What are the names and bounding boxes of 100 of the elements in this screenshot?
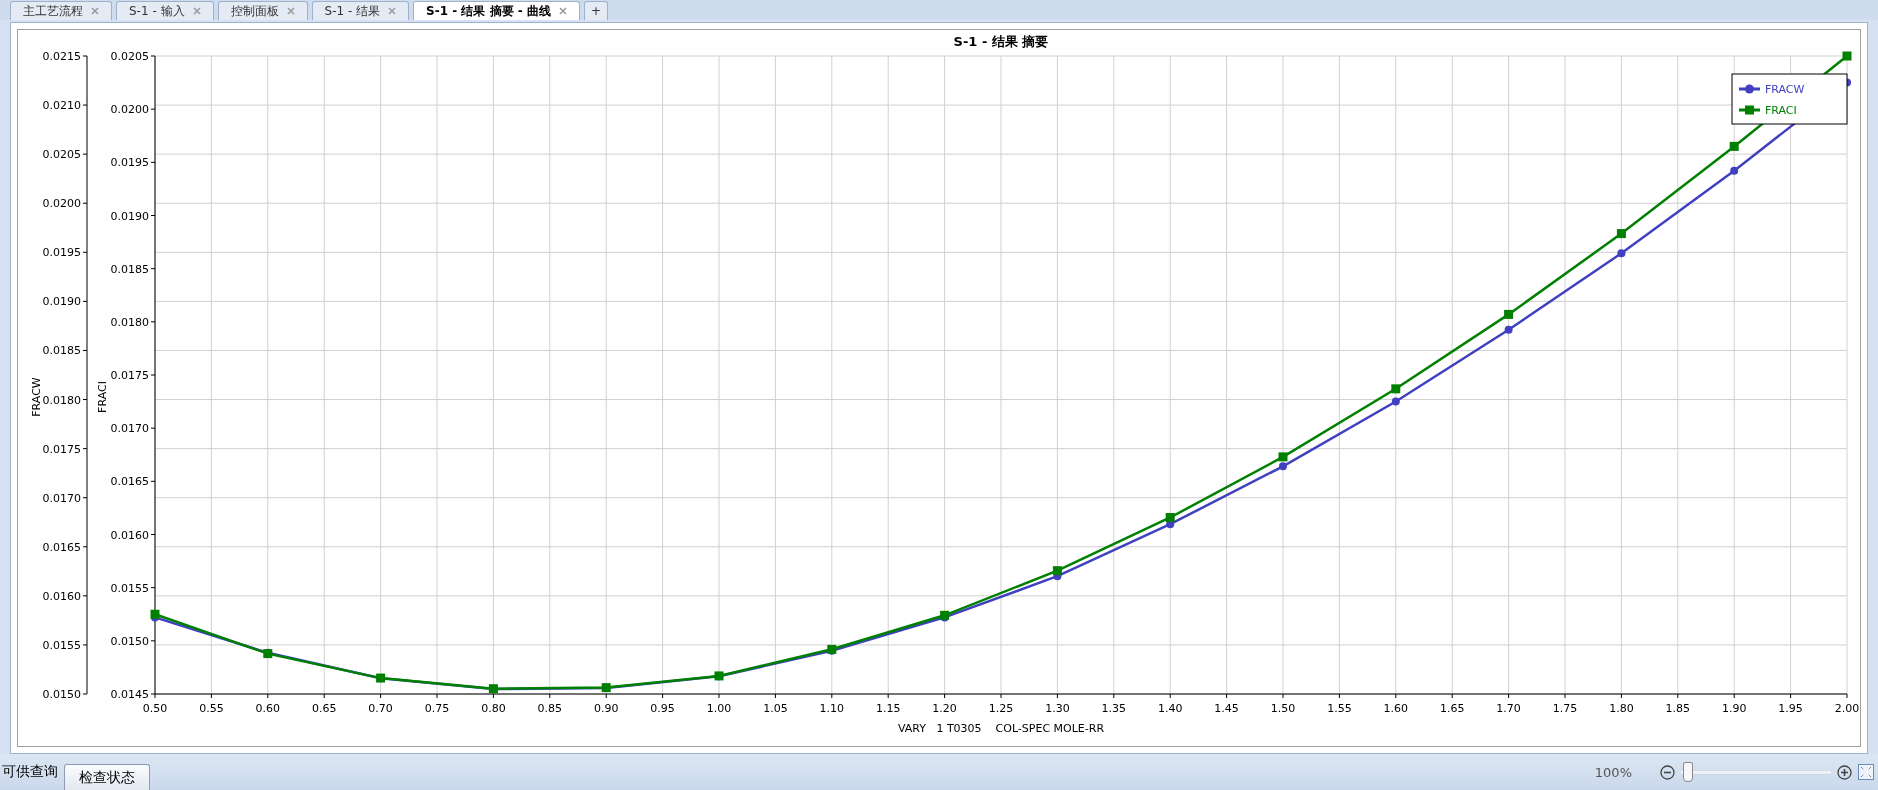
tick-label: 1.85 xyxy=(1665,702,1691,715)
tick-label: 1.70 xyxy=(1496,702,1521,715)
tick-label: 0.60 xyxy=(255,702,281,715)
tick-label: 0.65 xyxy=(311,702,337,715)
tick-label: 1.65 xyxy=(1439,702,1465,715)
tick-label: 1.05 xyxy=(763,702,788,715)
document-tab[interactable]: 控制面板 xyxy=(217,1,308,20)
tick-label: 1.25 xyxy=(988,702,1014,715)
tick-label: 1.20 xyxy=(932,702,957,715)
status-text: 可供查询 xyxy=(2,763,58,781)
tick-label: 0.50 xyxy=(142,702,168,715)
tick-label: 1.50 xyxy=(1270,702,1296,715)
tick-label: 0.0175 xyxy=(110,369,149,382)
data-point xyxy=(1504,325,1513,334)
tick-label: 1.55 xyxy=(1327,702,1352,715)
close-icon[interactable] xyxy=(286,7,295,15)
tick-label: 0.95 xyxy=(650,702,675,715)
legend-label: FRACW xyxy=(1765,83,1805,96)
data-point xyxy=(1165,513,1175,522)
tick-label: 1.95 xyxy=(1778,702,1803,715)
tick-label: 1.75 xyxy=(1552,702,1578,715)
data-point xyxy=(1504,309,1514,319)
tick-label: 1.80 xyxy=(1609,702,1634,715)
data-point xyxy=(376,673,386,683)
tick-label: 0.0155 xyxy=(110,581,149,595)
tick-label: 0.0215 xyxy=(42,50,81,63)
document-tab[interactable]: S-1 - 结果 摘要 - 曲线 xyxy=(413,1,580,20)
tick-label: 0.0150 xyxy=(110,634,149,648)
tick-label: 1.60 xyxy=(1383,702,1409,715)
tick-label: 0.0150 xyxy=(42,688,81,701)
tick-label: 1.45 xyxy=(1214,702,1239,715)
data-point xyxy=(1278,452,1288,462)
document-tab[interactable]: 主工艺流程 xyxy=(10,1,112,20)
data-point xyxy=(1391,397,1400,406)
tick-label: 0.0170 xyxy=(42,491,81,505)
line-circle-icon xyxy=(1739,84,1760,94)
tick-label: 0.55 xyxy=(199,702,224,715)
data-point xyxy=(488,684,498,694)
tick-label: 1.10 xyxy=(819,702,845,715)
tick-label: 0.75 xyxy=(424,702,450,715)
check-status-button[interactable]: 检查状态 xyxy=(64,764,150,790)
zoom-out-icon[interactable] xyxy=(1660,764,1675,780)
new-tab-button[interactable]: + xyxy=(583,1,608,20)
chart-title: S-1 - 结果 摘要 xyxy=(953,34,1049,49)
tick-label: 0.0190 xyxy=(42,295,81,309)
tick-label: 0.0180 xyxy=(42,393,81,407)
fit-to-window-icon[interactable] xyxy=(1858,764,1874,780)
data-point xyxy=(150,609,160,619)
data-point xyxy=(1729,141,1739,151)
close-icon[interactable] xyxy=(558,7,567,15)
tick-label: 0.80 xyxy=(481,702,506,715)
close-icon[interactable] xyxy=(91,7,99,15)
document-tab[interactable]: S-1 - 输入 xyxy=(116,1,214,20)
data-point xyxy=(1730,166,1739,175)
tick-label: 0.0190 xyxy=(110,209,149,223)
data-point xyxy=(1842,51,1852,61)
tick-label: 1.00 xyxy=(706,702,732,715)
legend-label: FRACI xyxy=(1765,104,1797,117)
tick-label: 0.0165 xyxy=(110,475,149,489)
tick-label: 0.0160 xyxy=(42,589,81,603)
tick-label: 0.0195 xyxy=(42,246,81,260)
tick-label: 0.0180 xyxy=(110,315,149,329)
tick-label: 0.0185 xyxy=(42,344,81,358)
data-point xyxy=(1391,384,1401,394)
zoom-in-icon[interactable] xyxy=(1837,764,1852,780)
data-point xyxy=(714,671,724,681)
tick-label: 1.15 xyxy=(875,702,901,715)
tick-label: 0.0200 xyxy=(42,197,81,211)
tick-label: 1.40 xyxy=(1157,702,1183,715)
tick-label: 1.30 xyxy=(1045,702,1070,715)
data-point xyxy=(601,683,611,693)
line-square-icon xyxy=(1739,105,1760,115)
data-point xyxy=(1617,249,1626,258)
tick-label: 0.0165 xyxy=(42,540,81,554)
tick-label: 0.0195 xyxy=(110,156,149,170)
tick-label: 0.0200 xyxy=(110,103,149,117)
zoom-percent: 100% xyxy=(1594,764,1632,780)
tick-label: 0.0160 xyxy=(110,528,149,542)
tick-label: 0.0205 xyxy=(42,148,81,162)
tick-label: 0.85 xyxy=(537,702,563,715)
tick-label: 0.0210 xyxy=(42,99,81,113)
tick-label: 1.90 xyxy=(1721,702,1747,715)
close-icon[interactable] xyxy=(388,7,397,15)
tick-label: 0.0205 xyxy=(110,50,149,63)
axis-title: FRACW xyxy=(30,377,43,417)
tick-label: 0.0145 xyxy=(110,688,149,701)
data-point xyxy=(1616,229,1626,239)
data-point xyxy=(827,644,837,654)
tick-label: 0.0175 xyxy=(42,442,81,456)
data-point xyxy=(263,649,273,659)
tick-label: 0.70 xyxy=(368,702,393,715)
document-tab[interactable]: S-1 - 结果 xyxy=(311,1,410,20)
close-icon[interactable] xyxy=(192,7,201,15)
axis-title: VARY 1 T0305 COL-SPEC MOLE-RR xyxy=(897,722,1105,735)
data-point xyxy=(1052,566,1062,576)
axis-title: FRACI xyxy=(96,381,109,413)
tick-label: 2.00 xyxy=(1834,702,1860,715)
tick-label: 0.0185 xyxy=(110,262,149,276)
tick-label: 0.0170 xyxy=(110,422,149,436)
tick-label: 0.90 xyxy=(593,702,619,715)
